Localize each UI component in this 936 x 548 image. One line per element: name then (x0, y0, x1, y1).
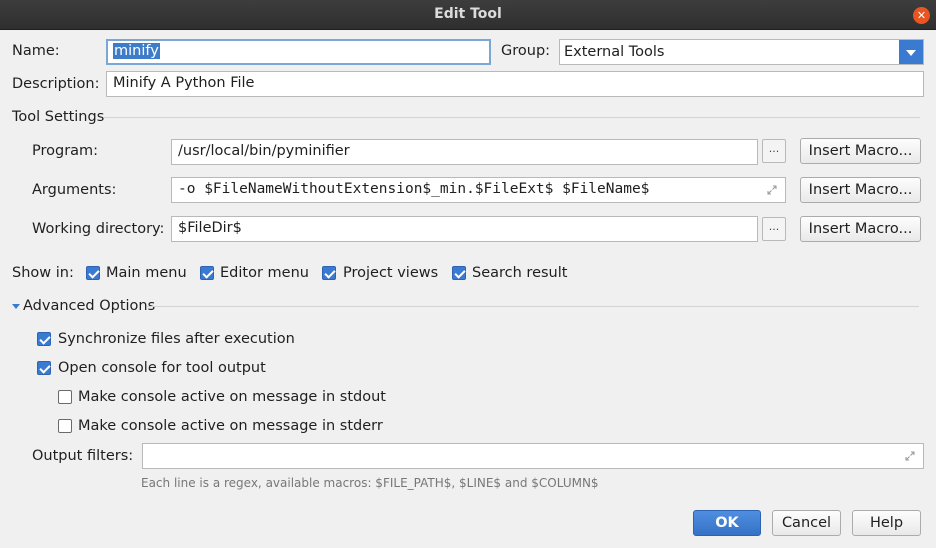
name-input[interactable]: minify (106, 39, 491, 65)
expand-icon[interactable] (767, 185, 777, 195)
advanced-options-heading[interactable]: Advanced Options (23, 298, 155, 314)
output-filters-hint: Each line is a regex, available macros: … (141, 476, 599, 490)
project-views-checkbox[interactable] (322, 266, 336, 280)
group-label: Group: (501, 43, 551, 59)
show-in-label: Show in: (12, 265, 74, 281)
main-menu-checkbox[interactable] (86, 266, 100, 280)
search-result-checkbox[interactable] (452, 266, 466, 280)
group-select-value: External Tools (564, 44, 665, 60)
tool-settings-divider (104, 117, 920, 118)
help-button[interactable]: Help (852, 510, 921, 536)
open-console-label: Open console for tool output (58, 360, 266, 376)
editor-menu-label: Editor menu (220, 265, 309, 281)
stderr-active-checkbox[interactable] (58, 419, 72, 433)
arguments-label: Arguments: (32, 182, 117, 198)
editor-menu-checkbox[interactable] (200, 266, 214, 280)
output-filters-input[interactable] (142, 443, 924, 469)
window-title: Edit Tool (434, 6, 502, 22)
stderr-active-label: Make console active on message in stderr (78, 418, 383, 434)
program-browse-button[interactable]: ... (762, 139, 786, 163)
working-directory-label: Working directory: (32, 221, 165, 237)
arguments-insert-macro-button[interactable]: Insert Macro... (800, 177, 921, 203)
working-directory-insert-macro-button[interactable]: Insert Macro... (800, 216, 921, 242)
name-input-value: minify (113, 43, 160, 59)
description-label: Description: (12, 76, 100, 92)
sync-files-checkbox[interactable] (37, 332, 51, 346)
main-menu-label: Main menu (106, 265, 187, 281)
stdout-active-checkbox[interactable] (58, 390, 72, 404)
expand-icon[interactable] (905, 451, 915, 461)
title-bar: Edit Tool ✕ (0, 0, 936, 30)
program-input[interactable]: /usr/local/bin/pyminifier (171, 139, 758, 165)
description-input[interactable]: Minify A Python File (106, 71, 924, 97)
working-directory-input[interactable]: $FileDir$ (171, 216, 758, 242)
program-insert-macro-button[interactable]: Insert Macro... (800, 138, 921, 164)
open-console-checkbox[interactable] (37, 361, 51, 375)
output-filters-label: Output filters: (32, 448, 134, 464)
arguments-input[interactable]: -o $FileNameWithoutExtension$_min.$FileE… (171, 177, 786, 203)
tool-settings-heading: Tool Settings (12, 109, 105, 125)
cancel-button[interactable]: Cancel (772, 510, 841, 536)
sync-files-label: Synchronize files after execution (58, 331, 295, 347)
working-directory-browse-button[interactable]: ... (762, 217, 786, 241)
advanced-options-divider (147, 306, 919, 307)
project-views-label: Project views (343, 265, 439, 281)
arguments-value: -o $FileNameWithoutExtension$_min.$FileE… (178, 181, 650, 197)
close-icon[interactable]: ✕ (913, 7, 930, 24)
group-select[interactable]: External Tools (559, 39, 924, 65)
search-result-label: Search result (472, 265, 568, 281)
chevron-down-icon[interactable] (899, 40, 923, 64)
name-label: Name: (12, 43, 60, 59)
triangle-down-icon[interactable] (12, 304, 20, 309)
program-label: Program: (32, 143, 99, 159)
stdout-active-label: Make console active on message in stdout (78, 389, 386, 405)
ok-button[interactable]: OK (693, 510, 761, 536)
